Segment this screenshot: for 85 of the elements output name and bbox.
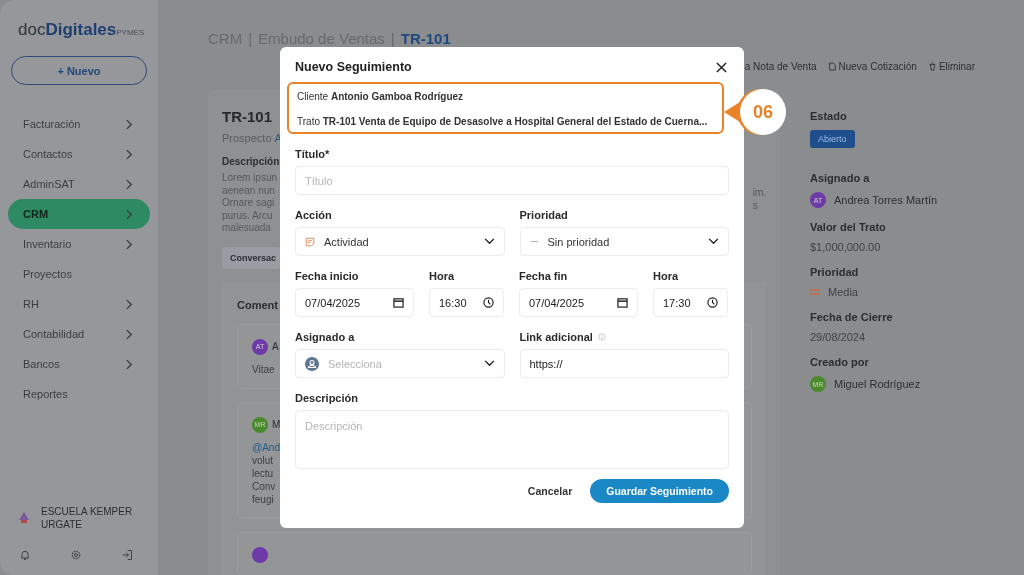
- field-label: Valor del Trato: [810, 221, 886, 233]
- field-label: Hora: [653, 270, 680, 282]
- caret-icon: [708, 238, 719, 245]
- field-value: Media: [828, 286, 858, 298]
- organization-name: ESCUELA KEMPER URGATE: [41, 505, 134, 531]
- sidebar-item[interactable]: Reportes: [8, 379, 150, 409]
- breadcrumb-separator: |: [390, 30, 395, 47]
- time-field[interactable]: 17:30: [653, 288, 728, 317]
- description-text: malesuada: [222, 222, 271, 235]
- field-label: Prioridad: [519, 209, 569, 221]
- deal-title: TR-101: [222, 108, 273, 125]
- action-link[interactable]: Eliminar: [928, 61, 975, 72]
- comment-text: volut: [252, 453, 274, 467]
- cancel-button[interactable]: Cancelar: [527, 485, 573, 497]
- step-badge: 06: [740, 89, 786, 135]
- field-label: Estado: [810, 110, 847, 122]
- priority-dropdown[interactable]: Sin prioridad: [519, 227, 729, 256]
- sidebar-item[interactable]: AdminSAT: [8, 169, 150, 199]
- description-input[interactable]: Descripción: [295, 410, 729, 469]
- action-link[interactable]: a Nota de Venta: [744, 61, 817, 72]
- description-text: aenean nun: [222, 184, 275, 197]
- sidebar-item[interactable]: Contactos: [8, 139, 150, 169]
- description-label: Descripción: [222, 156, 280, 167]
- time-field[interactable]: 16:30: [429, 288, 504, 317]
- field-label: Asignado a: [295, 331, 356, 343]
- note-icon: [305, 236, 315, 247]
- title-input[interactable]: Título: [295, 166, 729, 195]
- sidebar-item[interactable]: CRM: [8, 199, 150, 229]
- field-label: Creado por: [810, 356, 870, 368]
- field-label: Fecha fin: [519, 270, 569, 282]
- field-label: Acción: [295, 209, 333, 221]
- field-label: Link adicional: [519, 331, 593, 343]
- comment-text: @And: [252, 440, 280, 454]
- logo: docDigitalesPYMES: [17, 20, 146, 40]
- caret-icon: [483, 238, 495, 245]
- comment-text: Vitae: [252, 362, 275, 376]
- field-label: Prioridad: [810, 266, 859, 278]
- field-label: Fecha de Cierre: [810, 311, 893, 323]
- action-dropdown[interactable]: Actividad: [295, 227, 505, 256]
- clock-icon: [707, 297, 718, 308]
- action-link[interactable]: Nueva Cotización: [828, 61, 917, 72]
- description-text: Lorem ipsun: [222, 172, 278, 185]
- close-icon[interactable]: [716, 61, 727, 73]
- logout-icon[interactable]: [121, 549, 133, 561]
- organization-logo-icon: [16, 510, 32, 526]
- breadcrumb-item: TR-101: [400, 30, 451, 47]
- breadcrumb-separator: |: [248, 30, 253, 47]
- status-badge: Abierto: [810, 130, 855, 148]
- comment-text: feugi: [252, 492, 274, 506]
- comment-text: lectu: [252, 466, 274, 480]
- dash-icon: [529, 240, 539, 243]
- field-label: Asignado a: [810, 172, 871, 184]
- caret-icon: [483, 360, 495, 367]
- sidebar-item[interactable]: RH: [8, 289, 150, 319]
- field-label: Título*: [295, 148, 331, 160]
- sidebar-item[interactable]: Contabilidad: [8, 319, 150, 349]
- user-icon: [305, 356, 319, 371]
- dialog-title: Nuevo Seguimiento: [295, 60, 412, 74]
- document-icon: [828, 62, 836, 71]
- comments-title: Coment: [237, 298, 278, 311]
- comment-author: M: [272, 419, 281, 430]
- field-label: Hora: [429, 270, 456, 282]
- comment-author: A: [272, 341, 279, 352]
- trash-icon: [928, 62, 936, 71]
- calendar-icon: [393, 297, 404, 308]
- clock-icon: [483, 297, 494, 308]
- conversation-tab[interactable]: Conversac: [222, 246, 280, 269]
- date-field[interactable]: 07/04/2025: [519, 288, 638, 317]
- sidebar-item[interactable]: Bancos: [8, 349, 150, 379]
- sidebar-item[interactable]: Inventario: [8, 229, 150, 259]
- settings-icon[interactable]: [70, 549, 82, 561]
- link-input[interactable]: https://: [519, 349, 729, 378]
- sidebar-item[interactable]: Proyectos: [8, 259, 150, 289]
- date-field[interactable]: 07/04/2025: [295, 288, 414, 317]
- field-label: Fecha inicio: [295, 270, 360, 282]
- sidebar-item[interactable]: Facturación: [8, 109, 150, 139]
- bell-icon[interactable]: [19, 549, 31, 561]
- deal-text: Trato TR-101 Venta de Equipo de Desasolve a Hospital General del Estado de Cuerna...: [297, 116, 708, 127]
- priority-icon: [810, 288, 820, 296]
- calendar-icon: [617, 297, 628, 308]
- client-text: Cliente Antonio Gamboa Rodríguez: [297, 91, 464, 102]
- save-button[interactable]: Guardar Seguimiento: [590, 479, 729, 503]
- comment-text: Conv: [252, 479, 276, 493]
- field-label: Descripción: [295, 392, 359, 404]
- assignee-dropdown[interactable]: Selecciona: [295, 349, 505, 378]
